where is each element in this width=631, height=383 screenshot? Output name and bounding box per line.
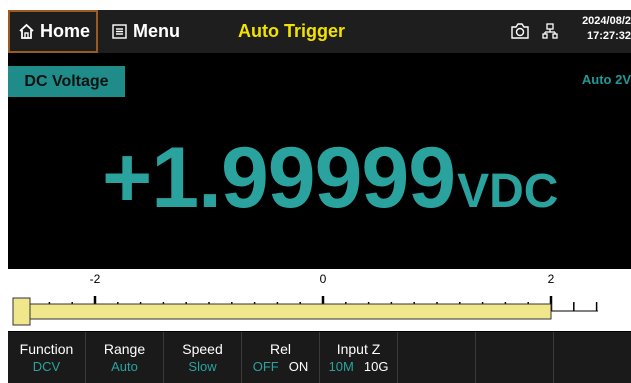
softkey-empty-7[interactable] [476,332,554,383]
bar-graph-scale-label: -2 [90,272,101,286]
softkey-bar: Function DCV Range Auto Speed Slow Rel O… [8,332,631,383]
rel-off-option: OFF [252,358,279,374]
softkey-value: DCV [32,358,61,374]
bar-graph: -2 0 2 [8,269,631,331]
softkey-label: Input Z [336,340,381,357]
softkey-rel[interactable]: Rel OFF ON [242,332,320,383]
home-icon [19,23,34,39]
top-bar: Home Menu Auto Trigger 2024/08/2 17:27:3… [8,10,631,53]
home-label: Home [40,21,91,41]
softkey-label: Rel [269,340,291,357]
softkey-empty-6[interactable] [398,332,476,383]
softkey-options: OFF ON [253,358,309,376]
softkey-label: Speed [182,340,223,357]
softkey-range[interactable]: Range Auto [86,332,164,383]
home-button[interactable]: Home [8,10,98,53]
bar-graph-scale-label: 2 [548,272,555,286]
reading-unit: VDC [457,165,559,218]
softkey-input-z[interactable]: Input Z 10M 10G [320,332,398,383]
input-z-10m-option: 10M [328,358,354,374]
softkey-value: Slow [188,358,217,374]
menu-label: Menu [133,21,180,41]
softkey-function[interactable]: Function DCV [8,332,86,383]
softkey-label: Range [103,340,146,357]
rel-on-option: ON [288,358,309,374]
camera-icon[interactable] [510,22,530,40]
network-icon [542,23,558,39]
datetime: 2024/08/2 17:27:32 [564,14,631,44]
main-reading: +1.99999 VDC [102,128,558,238]
softkey-options: 10M 10G [329,358,389,376]
bar-graph-marker [12,297,31,326]
softkey-label: Function [19,340,74,357]
reading-value: +1.99999 [102,130,456,226]
function-label: DC Voltage [8,66,125,97]
bar-graph-fill [12,303,552,320]
menu-icon [112,24,127,39]
bar-graph-scale-label: 0 [320,272,327,286]
menu-button[interactable]: Menu [112,10,180,53]
softkey-value: Auto [111,358,138,374]
softkey-empty-8[interactable] [554,332,631,383]
trigger-mode: Auto Trigger [238,21,345,41]
range-indicator: Auto 2V [581,72,631,87]
input-z-10g-option: 10G [363,358,389,374]
softkey-speed[interactable]: Speed Slow [164,332,242,383]
date-text: 2024/08/2 [582,15,631,27]
time-text: 17:27:32 [586,30,631,42]
dmm-screen: Home Menu Auto Trigger 2024/08/2 17:27:3… [8,10,631,383]
